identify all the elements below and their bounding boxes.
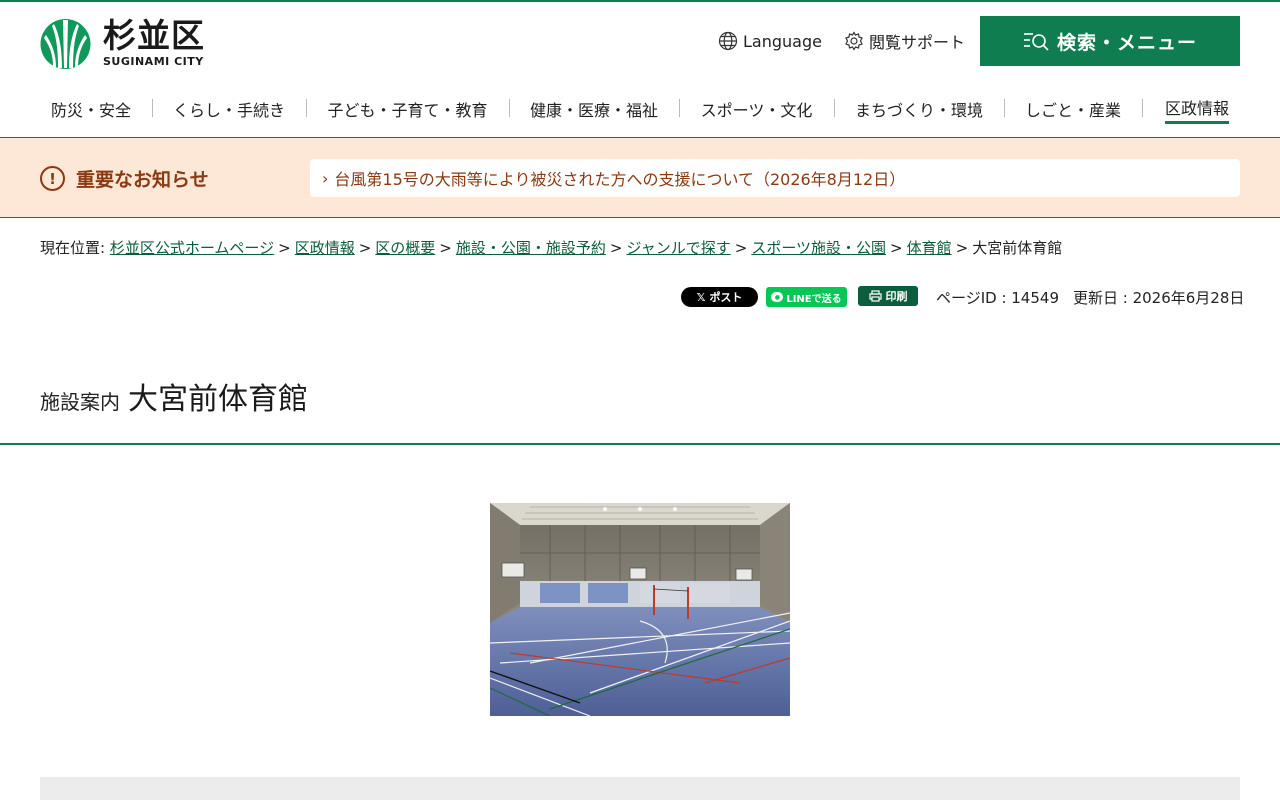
page-title-main: 大宮前体育館	[128, 382, 308, 417]
gymnasium-photo	[490, 503, 790, 716]
nav-item-administration[interactable]: 区政情報	[1142, 93, 1252, 125]
breadcrumb-link-sports-facilities[interactable]: スポーツ施設・公園	[751, 239, 886, 257]
title-underline	[0, 443, 1280, 445]
share-x-button[interactable]: 𝕏 ポスト	[681, 287, 758, 307]
content-panel	[40, 777, 1240, 800]
breadcrumb-link-genre[interactable]: ジャンルで探す	[626, 239, 730, 257]
notice-text: 台風第15号の大雨等により被災された方への支援について（2026年8月12日）	[334, 170, 906, 189]
breadcrumb-link-gymnasium[interactable]: 体育館	[907, 239, 952, 257]
site-logo[interactable]: 杉並区 SUGINAMI CITY	[40, 18, 205, 70]
breadcrumb-prefix: 現在位置:	[40, 239, 106, 257]
print-label: 印刷	[885, 290, 908, 303]
chevron-right-icon: ›	[322, 168, 329, 188]
nav-item-living-procedures[interactable]: くらし・手続き	[152, 93, 306, 125]
line-logo-icon: ●	[771, 292, 784, 302]
gear-icon	[845, 31, 863, 51]
page-title: 施設案内 大宮前体育館	[40, 374, 308, 418]
page-meta: ページID : 14549 更新日 : 2026年6月28日	[936, 287, 1244, 308]
breadcrumb-current: 大宮前体育館	[972, 239, 1063, 257]
nav-item-children-education[interactable]: 子ども・子育て・教育	[306, 93, 509, 125]
nav-item-work-industry[interactable]: しごと・産業	[1004, 93, 1142, 125]
nav-item-town-environment[interactable]: まちづくり・環境	[834, 93, 1004, 125]
nav-item-disaster-safety[interactable]: 防災・安全	[30, 93, 152, 125]
gymnasium-photo-illustration	[490, 503, 790, 716]
search-menu-button[interactable]: 検索・メニュー	[980, 16, 1240, 66]
notice-title: 重要なお知らせ	[76, 169, 209, 191]
browsing-support-label: 閲覧サポート	[869, 33, 966, 52]
notice-heading: ! 重要なお知らせ	[40, 165, 209, 192]
page-id: ページID : 14549	[936, 289, 1059, 307]
breadcrumb-link-facilities[interactable]: 施設・公園・施設予約	[456, 239, 606, 257]
share-line-label: LINEで送る	[786, 293, 842, 305]
logo-subtitle: SUGINAMI CITY	[103, 55, 204, 68]
nav-item-sports-culture[interactable]: スポーツ・文化	[679, 93, 834, 125]
logo-name: 杉並区	[103, 16, 205, 55]
browsing-support-link[interactable]: 閲覧サポート	[844, 30, 965, 52]
language-link[interactable]: Language	[718, 30, 822, 52]
printer-icon	[868, 290, 882, 302]
suginami-logo-icon	[40, 19, 91, 69]
share-line-button[interactable]: ● LINEで送る	[766, 287, 847, 307]
x-logo-icon: 𝕏	[696, 290, 706, 304]
top-accent-line	[0, 0, 1280, 2]
exclamation-circle-icon: !	[40, 166, 65, 191]
language-label: Language	[743, 31, 822, 51]
breadcrumb-link-home[interactable]: 杉並区公式ホームページ	[110, 239, 274, 257]
nav-item-health-welfare[interactable]: 健康・医療・福祉	[509, 93, 679, 125]
search-menu-icon	[1023, 33, 1049, 51]
important-notice-bar: ! 重要なお知らせ › 台風第15号の大雨等により被災された方への支援について（…	[0, 138, 1280, 218]
print-button[interactable]: 印刷	[858, 286, 918, 306]
breadcrumb: 現在位置: 杉並区公式ホームページ > 区政情報 > 区の概要 > 施設・公園・施設予約 > ジ…	[40, 239, 1063, 257]
page-title-category: 施設案内	[40, 390, 120, 414]
globe-icon	[718, 31, 738, 51]
updated-date: 更新日 : 2026年6月28日	[1072, 289, 1245, 307]
notice-link[interactable]: › 台風第15号の大雨等により被災された方への支援について（2026年8月12日…	[310, 159, 1240, 197]
share-x-label: ポスト	[709, 291, 743, 304]
breadcrumb-link-administration[interactable]: 区政情報	[295, 239, 355, 257]
breadcrumb-link-overview[interactable]: 区の概要	[375, 239, 435, 257]
search-menu-label: 検索・メニュー	[1056, 31, 1197, 54]
global-nav: 防災・安全 くらし・手続き 子ども・子育て・教育 健康・医療・福祉 スポーツ・文…	[30, 93, 1252, 127]
